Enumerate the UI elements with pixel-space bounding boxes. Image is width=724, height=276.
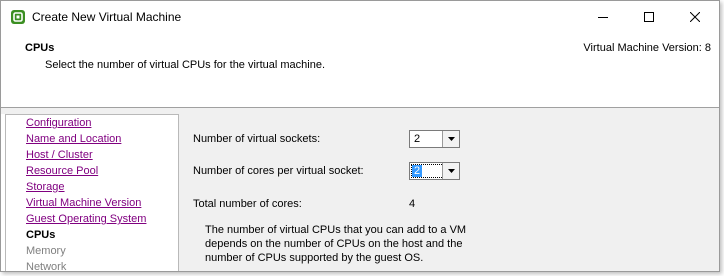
step-configuration[interactable]: Configuration <box>26 117 91 129</box>
cpu-info-text: The number of virtual CPUs that you can … <box>205 224 467 264</box>
title-bar[interactable]: Create New Virtual Machine <box>1 1 719 33</box>
step-storage[interactable]: Storage <box>26 181 65 193</box>
step-title: CPUs <box>25 42 55 54</box>
step-guest-operating-system[interactable]: Guest Operating System <box>26 213 146 225</box>
step-name-and-location[interactable]: Name and Location <box>26 133 121 145</box>
chevron-down-icon <box>447 137 455 141</box>
minimize-button[interactable] <box>580 1 626 33</box>
step-network: Network <box>26 261 67 272</box>
dropdown-arrow[interactable] <box>442 131 459 147</box>
wizard-window: Create New Virtual Machine CPUs Select t… <box>0 0 720 272</box>
cpu-settings-panel: Number of virtual sockets: 2 Number of c… <box>179 114 719 271</box>
maximize-icon <box>644 12 654 22</box>
sockets-label: Number of virtual sockets: <box>193 133 321 145</box>
cores-label: Number of cores per virtual socket: <box>193 165 364 177</box>
close-button[interactable] <box>672 1 718 33</box>
wizard-step-list: Configuration Name and Location Host / C… <box>5 114 179 272</box>
total-cores-label: Total number of cores: <box>193 198 302 210</box>
step-host-cluster[interactable]: Host / Cluster <box>26 149 93 161</box>
chevron-down-icon <box>447 169 455 173</box>
step-cpus: CPUs <box>26 229 56 241</box>
vm-version-label: Virtual Machine Version: 8 <box>583 42 711 54</box>
minimize-icon <box>598 17 608 18</box>
dropdown-arrow[interactable] <box>442 163 459 179</box>
cores-per-socket-dropdown[interactable]: 2 <box>409 162 460 180</box>
cores-value: 2 <box>412 165 423 177</box>
total-cores-value: 4 <box>409 198 416 210</box>
close-icon <box>690 12 700 22</box>
vsphere-app-icon <box>10 9 26 25</box>
sockets-dropdown[interactable]: 2 <box>409 130 460 148</box>
step-resource-pool[interactable]: Resource Pool <box>26 165 98 177</box>
window-title: Create New Virtual Machine <box>32 10 182 24</box>
step-description: Select the number of virtual CPUs for th… <box>45 59 326 71</box>
wizard-header: CPUs Select the number of virtual CPUs f… <box>1 33 719 108</box>
step-memory: Memory <box>26 245 66 257</box>
sockets-value: 2 <box>414 133 421 145</box>
maximize-button[interactable] <box>626 1 672 33</box>
step-virtual-machine-version[interactable]: Virtual Machine Version <box>26 197 141 209</box>
